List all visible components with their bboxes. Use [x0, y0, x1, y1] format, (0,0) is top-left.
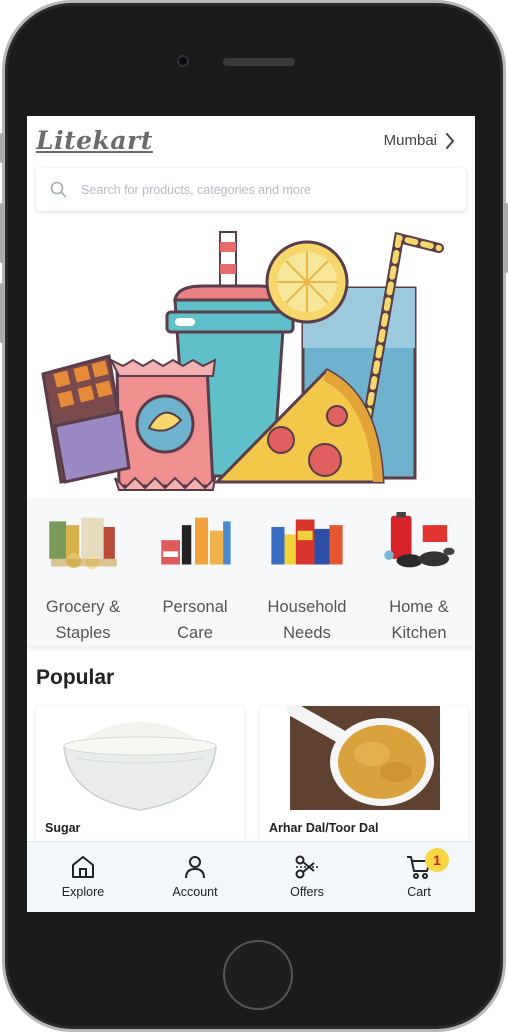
- category-strip: Grocery & Staples Personal Care Househol…: [27, 498, 475, 646]
- product-name: Sugar: [45, 821, 81, 835]
- nav-label: Cart: [407, 885, 431, 899]
- arhar-dal-image: [260, 706, 468, 816]
- city-label: Mumbai: [383, 132, 437, 149]
- nav-explore[interactable]: Explore: [27, 842, 139, 912]
- cart-count-badge: 1: [425, 848, 449, 872]
- product-card-arhar-dal[interactable]: Arhar Dal/Toor Dal: [260, 706, 468, 846]
- category-home-kitchen[interactable]: Home & Kitchen: [363, 498, 475, 646]
- app-logo[interactable]: Litekart: [36, 126, 153, 155]
- category-label: Household Needs: [267, 598, 347, 642]
- city-selector[interactable]: Mumbai: [384, 132, 455, 149]
- earpiece-speaker: [223, 58, 295, 66]
- household-products-image: [271, 519, 343, 565]
- app-screen: Litekart Mumbai Search for products, cat…: [27, 116, 475, 912]
- bottom-navigation: Explore Account Offers Cart 1: [27, 841, 475, 912]
- product-name: Arhar Dal/Toor Dal: [269, 821, 379, 835]
- nav-cart[interactable]: Cart 1: [363, 842, 475, 912]
- category-household-needs[interactable]: Household Needs: [251, 498, 363, 646]
- popular-section-title: Popular: [36, 666, 115, 689]
- food-illustration: [41, 231, 444, 491]
- personal-care-products-image: [161, 517, 231, 565]
- home-icon: [72, 856, 94, 878]
- hero-banner[interactable]: [27, 220, 475, 498]
- category-grocery-staples[interactable]: Grocery & Staples: [27, 498, 139, 646]
- sugar-image: [36, 706, 244, 816]
- chevron-right-icon: [446, 132, 455, 149]
- search-input[interactable]: [81, 182, 461, 197]
- home-button[interactable]: [223, 940, 293, 1010]
- popular-products-list: Sugar Arhar Dal/Toor Dal: [36, 706, 468, 846]
- app-header: Litekart Mumbai: [27, 116, 475, 220]
- volume-up-button: [0, 203, 4, 263]
- mute-switch: [0, 133, 4, 163]
- category-label: Grocery & Staples: [45, 598, 121, 642]
- front-camera: [177, 55, 189, 67]
- user-icon: [185, 856, 205, 879]
- volume-down-button: [0, 283, 4, 343]
- grocery-products-image: [49, 517, 117, 570]
- home-kitchen-products-image: [384, 512, 455, 568]
- nav-account[interactable]: Account: [139, 842, 251, 912]
- offers-scissors-icon: [295, 855, 318, 879]
- nav-label: Account: [172, 885, 218, 899]
- product-card-sugar[interactable]: Sugar: [36, 706, 244, 846]
- category-label: Personal Care: [162, 598, 228, 642]
- power-button: [504, 203, 508, 273]
- nav-label: Explore: [61, 885, 105, 899]
- category-personal-care[interactable]: Personal Care: [139, 498, 251, 646]
- nav-offers[interactable]: Offers: [251, 842, 363, 912]
- category-label: Home & Kitchen: [389, 598, 449, 642]
- search-bar[interactable]: [36, 168, 466, 211]
- search-icon: [50, 181, 67, 198]
- nav-label: Offers: [290, 885, 324, 899]
